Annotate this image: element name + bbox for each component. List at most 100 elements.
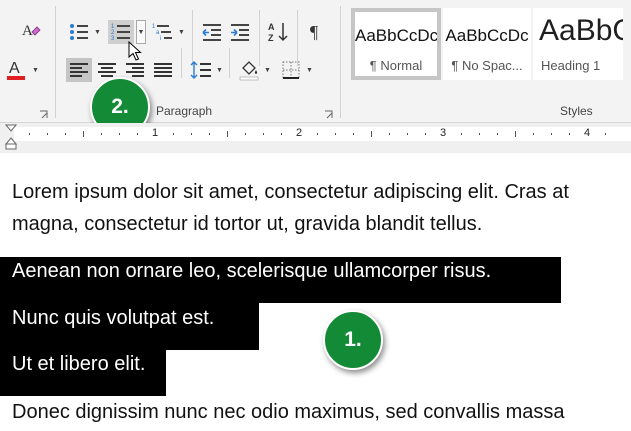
ruler-tick	[497, 133, 498, 135]
style-name: Heading 1	[541, 58, 601, 73]
selected-line: Aenean non ornare leo, scelerisque ullam…	[12, 260, 492, 282]
svg-text:i: i	[160, 36, 161, 42]
svg-text:A: A	[22, 23, 33, 39]
sort-az-icon: A Z	[268, 22, 288, 43]
ruler-number: 3	[439, 127, 447, 139]
style-normal[interactable]: AaBbCcDc ¶ Normal	[351, 8, 441, 80]
ruler-tick	[317, 133, 318, 135]
separator	[181, 48, 182, 78]
paragraph-dialog-launcher[interactable]	[324, 106, 333, 119]
ruler-tick	[533, 133, 534, 135]
selected-line: Ut et libero elit.	[12, 353, 146, 375]
mouse-pointer	[128, 40, 144, 63]
justify-icon	[154, 63, 172, 77]
bullet-list-icon	[70, 24, 88, 40]
svg-text:A: A	[268, 22, 275, 32]
ruler-tick	[479, 133, 480, 135]
svg-text:¶: ¶	[310, 22, 318, 42]
numbered-list-icon: 1 2 3	[111, 24, 130, 42]
clear-formatting-icon: A	[22, 23, 41, 39]
ruler-tick	[173, 133, 174, 135]
shading-button[interactable]	[236, 58, 262, 82]
show-hide-marks-button[interactable]: ¶	[303, 20, 329, 44]
ruler-tick	[227, 131, 228, 137]
align-left-icon	[70, 63, 88, 77]
font-color-dropdown[interactable]: ▼	[31, 59, 40, 81]
svg-text:A: A	[9, 60, 20, 77]
align-right-icon	[126, 63, 144, 77]
ruler-tick	[119, 133, 120, 135]
shading-dropdown[interactable]: ▼	[263, 59, 272, 81]
ruler-tick	[281, 133, 282, 135]
style-name: ¶ No Spac...	[451, 58, 523, 73]
ruler-tick	[335, 133, 336, 135]
style-preview: AaBbCcDc	[355, 26, 437, 45]
font-dialog-launcher[interactable]	[39, 106, 48, 119]
align-left-button[interactable]	[66, 58, 92, 82]
ruler-tick	[245, 133, 246, 135]
justify-button[interactable]	[150, 58, 176, 82]
ruler-tick	[569, 133, 570, 135]
ruler-tick	[425, 133, 426, 135]
ruler-tick	[371, 131, 372, 137]
multilevel-list-icon: 1 a i	[152, 24, 172, 42]
ruler-tick	[209, 133, 210, 135]
style-name: ¶ Normal	[369, 58, 423, 73]
ruler-tick	[605, 133, 606, 135]
style-heading-1[interactable]: AaBbC Heading 1	[533, 8, 623, 80]
sort-button[interactable]: A Z	[265, 20, 291, 44]
ruler-number: 4	[583, 127, 591, 139]
ribbon: A A ▼ ▼ 1 2 3 ▼ 1 a i ▼ A Z ¶ ▼ ▼ ▼ Para…	[0, 0, 631, 137]
ruler-tick	[83, 131, 84, 137]
selected-line: Nunc quis volutpat est.	[12, 307, 215, 329]
indent-marker-icon	[4, 124, 18, 150]
paragraph-line: magna, consectetur id tortor ut, gravida…	[12, 213, 483, 235]
style-preview: AaBbC	[539, 14, 623, 47]
ruler-tick	[515, 131, 516, 137]
ruler-tick	[461, 133, 462, 135]
styles-gallery: AaBbCcDc ¶ Normal AaBbCcDc ¶ No Spac... …	[345, 8, 631, 82]
pilcrow-icon: ¶	[310, 22, 318, 42]
borders-button[interactable]	[278, 58, 304, 82]
borders-dropdown[interactable]: ▼	[305, 59, 314, 81]
indent-markers[interactable]	[4, 124, 18, 150]
font-color-button[interactable]: A	[3, 58, 29, 82]
callout-badge-1: 1.	[323, 310, 383, 370]
ruler-number: 2	[295, 127, 303, 139]
svg-text:3: 3	[111, 36, 115, 42]
style-preview: AaBbCcDc	[445, 26, 529, 45]
ruler-tick	[191, 133, 192, 135]
horizontal-ruler[interactable]: 1 2 3 4	[14, 127, 631, 141]
ruler-tick	[551, 133, 552, 135]
clear-formatting-button[interactable]: A	[18, 18, 44, 42]
paint-bucket-icon	[239, 61, 259, 81]
ruler-tick	[407, 133, 408, 135]
multilevel-list-dropdown[interactable]: ▼	[177, 21, 186, 43]
dialog-launcher-icon	[40, 110, 48, 119]
multilevel-list-button[interactable]: 1 a i	[150, 20, 176, 44]
line-spacing-dropdown[interactable]: ▼	[215, 59, 224, 81]
ruler-tick	[29, 133, 30, 135]
bullets-button[interactable]	[66, 20, 92, 44]
increase-indent-button[interactable]	[227, 20, 253, 44]
ruler-tick	[101, 133, 102, 135]
paragraph-line: Donec dignissim nunc nec odio maximus, s…	[12, 401, 565, 423]
ruler-tick	[353, 133, 354, 135]
paragraph-line: Lorem ipsum dolor sit amet, consectetur …	[12, 181, 569, 203]
style-no-spacing[interactable]: AaBbCcDc ¶ No Spac...	[443, 8, 531, 80]
borders-icon	[282, 61, 300, 79]
font-color-icon: A	[7, 60, 25, 80]
group-separator	[55, 6, 56, 118]
line-spacing-icon	[190, 61, 211, 79]
separator	[229, 48, 230, 78]
document-canvas[interactable]: Lorem ipsum dolor sit amet, consectetur …	[0, 153, 631, 431]
ruler-tick	[389, 133, 390, 135]
decrease-indent-button[interactable]	[199, 20, 225, 44]
ruler-tick	[65, 133, 66, 135]
paragraph-group-label: Paragraph	[156, 104, 213, 118]
ruler-tick	[47, 133, 48, 135]
line-spacing-button[interactable]	[188, 58, 214, 82]
dialog-launcher-icon	[325, 110, 333, 119]
bullets-dropdown[interactable]: ▼	[93, 21, 102, 43]
ruler-tick	[263, 133, 264, 135]
